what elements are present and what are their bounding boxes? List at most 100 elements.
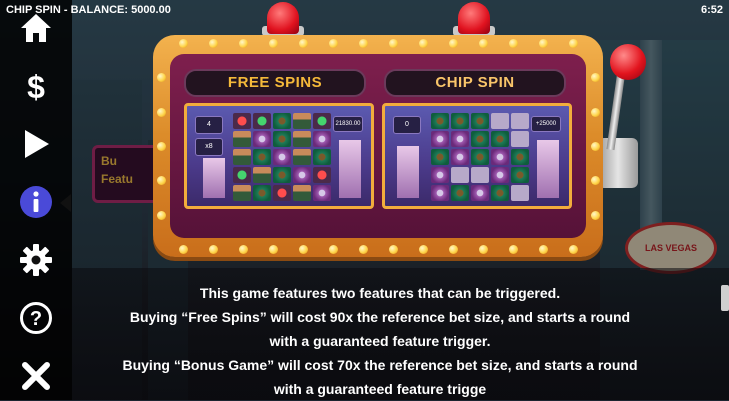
marquee-bulb	[329, 39, 338, 48]
chip-spin-preview: 0 +25000	[382, 103, 572, 209]
marquee-bulb	[179, 39, 188, 48]
reel-symbol	[293, 113, 311, 129]
dollar-icon: $	[27, 69, 45, 103]
reel-symbol	[471, 167, 489, 183]
reel-symbol	[471, 149, 489, 165]
marquee-bulb	[509, 245, 518, 254]
preview-pillar	[339, 140, 361, 198]
reel-symbol	[471, 113, 489, 129]
feature-description: This game features two features that can…	[120, 281, 640, 401]
marquee-bulb	[157, 176, 166, 186]
marquee-bulb	[209, 245, 218, 254]
marquee-bulb	[419, 39, 428, 48]
help-button[interactable]: ?	[16, 298, 56, 338]
reel-symbol	[233, 113, 251, 129]
reel-symbol	[293, 131, 311, 147]
reel-symbol	[511, 149, 529, 165]
reel-symbol	[233, 185, 251, 201]
marquee-bulb	[591, 176, 600, 186]
preview-badge: 0	[393, 116, 421, 134]
reel-symbol	[451, 185, 469, 201]
preview-pillar	[203, 158, 225, 198]
reel-symbol	[471, 185, 489, 201]
balance-title: CHIP SPIN - BALANCE: 5000.00	[6, 4, 171, 16]
marquee-bulb	[329, 245, 338, 254]
reel-symbol	[491, 167, 509, 183]
marquee-bulb	[359, 245, 368, 254]
reel-symbol	[431, 149, 449, 165]
marquee-bulb	[539, 245, 548, 254]
close-button[interactable]	[16, 356, 56, 396]
reel-symbol	[431, 113, 449, 129]
autoplay-button[interactable]	[16, 124, 56, 164]
preview-badge: 21830.00	[333, 116, 363, 132]
reel-symbol	[313, 113, 331, 129]
play-icon	[25, 130, 49, 158]
marquee-bulb	[157, 142, 166, 151]
info-line: Buying “Bonus Game” will cost 70x the re…	[122, 357, 638, 373]
marquee-bulb	[419, 245, 428, 254]
preview-badge: 4	[195, 116, 223, 134]
marquee-bulb	[591, 107, 600, 117]
marquee-bulb	[591, 73, 600, 83]
marquee-bulb	[449, 245, 458, 254]
marquee-bulb	[591, 210, 600, 220]
reel-symbol	[313, 131, 331, 147]
marquee-bulb	[449, 39, 458, 48]
reel-symbol	[273, 185, 291, 201]
info-button[interactable]	[16, 182, 56, 222]
marquee-bulb	[157, 73, 166, 83]
reel-symbol	[233, 167, 251, 183]
preview-pillar	[537, 140, 559, 198]
reel-symbol	[233, 131, 251, 147]
reel-symbol	[491, 131, 509, 147]
reel-symbol	[273, 113, 291, 129]
marquee-bulb	[509, 39, 518, 48]
preview-pillar	[397, 146, 419, 198]
close-icon	[22, 362, 50, 390]
info-line: This game features two features that can…	[199, 285, 561, 301]
marquee-bulb	[479, 245, 488, 254]
gear-icon	[20, 244, 52, 276]
svg-text:$: $	[27, 69, 45, 103]
marquee-bulb	[389, 39, 398, 48]
chip-spin-reel-grid	[431, 113, 529, 201]
scrollbar-thumb[interactable]	[721, 285, 729, 311]
marquee-bulb	[299, 245, 308, 254]
free-spins-reel-grid	[233, 113, 331, 201]
lever-knob	[610, 44, 646, 80]
reel-symbol	[293, 185, 311, 201]
preview-badge: +25000	[531, 116, 561, 132]
reel-symbol	[511, 167, 529, 183]
lever-base	[598, 138, 638, 188]
svg-text:?: ?	[30, 308, 42, 330]
reel-symbol	[511, 113, 529, 129]
question-icon: ?	[20, 302, 52, 334]
reel-symbol	[431, 167, 449, 183]
clock: 6:52	[700, 4, 723, 16]
settings-button[interactable]	[16, 240, 56, 280]
paytable-button[interactable]: $	[16, 66, 56, 106]
reel-symbol	[491, 185, 509, 201]
marquee-bulb	[157, 107, 166, 117]
reel-symbol	[253, 149, 271, 165]
reel-symbol	[451, 149, 469, 165]
reel-symbol	[431, 131, 449, 147]
marquee-bulb	[569, 245, 578, 254]
reel-symbol	[451, 167, 469, 183]
reel-symbol	[491, 113, 509, 129]
marquee-bulb	[179, 245, 188, 254]
panel-title-free-spins: FREE SPINS	[184, 69, 366, 97]
reel-symbol	[293, 167, 311, 183]
info-line: with a guaranteed feature trigger.	[269, 333, 491, 349]
marquee-bulb	[239, 245, 248, 254]
marquee-bulb	[591, 142, 600, 151]
panel-title-chip-spin: CHIP SPIN	[384, 69, 566, 97]
marquee-bulb	[569, 39, 578, 48]
marquee-bulb	[299, 39, 308, 48]
reel-symbol	[313, 167, 331, 183]
marquee-bulb	[389, 245, 398, 254]
reel-symbol	[233, 149, 251, 165]
reel-symbol	[253, 131, 271, 147]
marquee-bulb	[479, 39, 488, 48]
